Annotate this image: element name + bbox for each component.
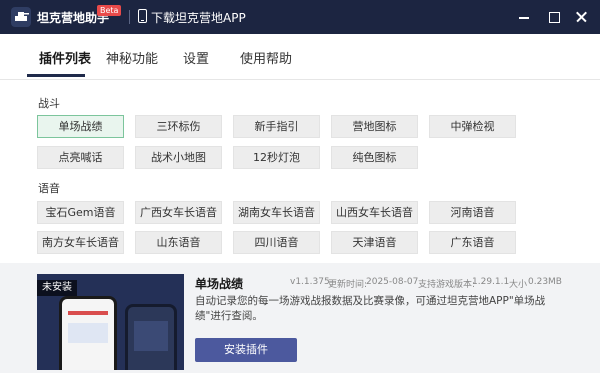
plugin-item[interactable]: 单场战绩 <box>37 115 124 138</box>
active-tab-indicator <box>27 74 85 77</box>
plugin-item[interactable]: 广西女车长语音 <box>135 201 222 224</box>
plugin-item[interactable]: 12秒灯泡 <box>233 146 320 169</box>
plugin-item[interactable]: 点亮喊话 <box>37 146 124 169</box>
maximize-icon[interactable] <box>545 8 563 26</box>
tab-mystery-features[interactable]: 神秘功能 <box>106 48 158 67</box>
size-label: 大小 <box>509 280 528 290</box>
phone-icon[interactable] <box>138 9 147 23</box>
install-status-badge: 未安装 <box>37 280 77 296</box>
plugin-name: 单场战绩 <box>195 277 244 291</box>
preview-phone <box>59 296 117 370</box>
tab-settings[interactable]: 设置 <box>183 48 209 67</box>
title-separator <box>129 10 130 24</box>
plugin-item[interactable]: 三环标伤 <box>135 115 222 138</box>
minimize-icon[interactable] <box>515 8 533 26</box>
plugin-size: 0.23MB <box>528 277 562 287</box>
plugin-item[interactable]: 广东语音 <box>429 231 516 254</box>
tab-plugin-list[interactable]: 插件列表 <box>39 48 91 67</box>
plugin-item[interactable]: 湖南女车长语音 <box>233 201 320 224</box>
app-logo-icon <box>11 7 31 27</box>
plugin-item[interactable]: 四川语音 <box>233 231 320 254</box>
plugin-item[interactable]: 河南语音 <box>429 201 516 224</box>
preview-phone-dark <box>125 304 177 370</box>
plugin-item[interactable]: 山东语音 <box>135 231 222 254</box>
updated-date: 2025-08-07 <box>366 277 419 287</box>
plugin-item[interactable]: 新手指引 <box>233 115 320 138</box>
plugin-description: 自动记录您的每一场游戏战报数据及比赛录像，可通过坦克营地APP"单场战绩"进行查… <box>195 295 546 322</box>
section-title-voice: 语音 <box>38 182 60 195</box>
plugin-item[interactable]: 山西女车长语音 <box>331 201 418 224</box>
plugin-item[interactable]: 战术小地图 <box>135 146 222 169</box>
beta-badge: Beta <box>97 5 122 16</box>
support-label: 支持游戏版本: <box>418 280 476 290</box>
tab-help[interactable]: 使用帮助 <box>240 48 292 67</box>
section-title-battle: 战斗 <box>38 97 60 110</box>
plugin-item[interactable]: 天津语音 <box>331 231 418 254</box>
download-app-link[interactable]: 下载坦克营地APP <box>151 9 246 26</box>
plugin-item[interactable]: 南方女车长语音 <box>37 231 124 254</box>
plugin-item[interactable]: 中弹检视 <box>429 115 516 138</box>
plugin-item[interactable]: 纯色图标 <box>331 146 418 169</box>
plugin-item[interactable]: 宝石Gem语音 <box>37 201 124 224</box>
tab-bar: 插件列表 神秘功能 设置 使用帮助 <box>0 34 600 80</box>
support-version: 1.29.1.1 <box>472 277 510 287</box>
title-bar: 坦克营地助手 Beta 下载坦克营地APP <box>0 0 600 34</box>
updated-label: 更新时间: <box>328 280 368 290</box>
plugin-item[interactable]: 营地图标 <box>331 115 418 138</box>
install-plugin-button[interactable]: 安装插件 <box>195 338 297 362</box>
plugin-version: v1.1.375 <box>290 277 330 287</box>
close-icon[interactable] <box>573 8 591 26</box>
